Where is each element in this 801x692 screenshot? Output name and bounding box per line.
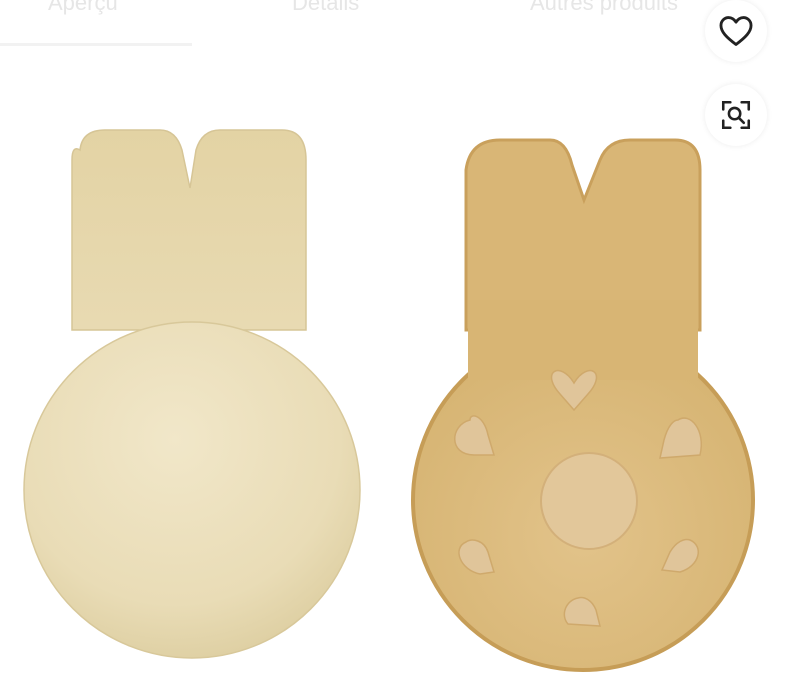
- pad-outer-side: [23, 129, 361, 659]
- heart-icon: [717, 12, 755, 50]
- pad-inner-side: [411, 138, 755, 672]
- product-image[interactable]: [0, 46, 801, 692]
- tab-details[interactable]: Détails: [292, 0, 359, 16]
- tab-overview[interactable]: Aperçu: [48, 0, 118, 16]
- visual-search-button[interactable]: [705, 84, 767, 146]
- tab-bar: Aperçu Détails Autres produits: [0, 0, 801, 46]
- favorite-button[interactable]: [705, 0, 767, 62]
- image-search-icon: [719, 98, 753, 132]
- tab-other-products[interactable]: Autres produits: [530, 0, 678, 16]
